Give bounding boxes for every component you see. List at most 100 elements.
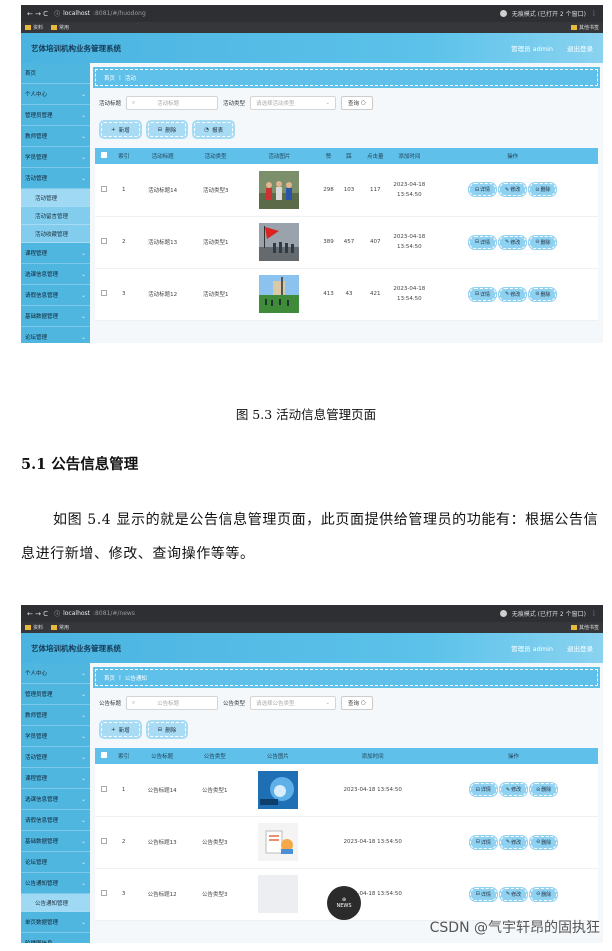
details-button[interactable]: ⊟ 详情	[468, 782, 498, 798]
sidebar-item[interactable]: 教师管理 ⌄	[21, 705, 90, 726]
chevron-down-icon: ⌄	[80, 153, 86, 161]
sidebar-item[interactable]: 个人中心 ⌄	[21, 663, 90, 684]
sidebar-item[interactable]: 轮播图信息 ⌄	[21, 933, 90, 943]
details-button[interactable]: ⊟ 详情	[468, 834, 498, 850]
sidebar-item[interactable]: 学员管理 ⌄	[21, 726, 90, 747]
search-label-title: 公告标题	[99, 701, 122, 707]
report-button[interactable]: ◔ 报表	[192, 120, 236, 139]
delete-button[interactable]: ⊟ 删除	[145, 720, 189, 739]
other-bookmarks[interactable]: 其他书签	[571, 624, 599, 631]
activity-photo	[259, 170, 300, 209]
logout-link[interactable]: 退出登录	[567, 643, 593, 653]
sidebar-item[interactable]: 课程管理 ⌄	[21, 768, 90, 789]
sidebar-item[interactable]: 基础数据管理 ⌄	[21, 831, 90, 852]
sidebar-item[interactable]: 请假信息管理 ⌄	[21, 810, 90, 831]
bookmark-folder[interactable]: 常用	[51, 624, 69, 631]
sidebar-subitem[interactable]: 活动收藏管理	[21, 225, 90, 243]
sidebar-item[interactable]: 首页	[21, 63, 90, 84]
sidebar-item[interactable]: 个人中心 ⌄	[21, 84, 90, 105]
col-likes: 赞	[325, 154, 332, 160]
delete-row-button[interactable]: ⊝ 删除	[528, 286, 558, 302]
breadcrumb-current: 公告通知	[124, 675, 147, 682]
sidebar-item[interactable]: 公告通知管理 ⌄	[21, 873, 90, 894]
edit-button[interactable]: ✎ 修改	[498, 782, 529, 798]
browser-nav[interactable]: ← → C	[27, 610, 48, 618]
delete-row-button[interactable]: ⊝ 删除	[528, 234, 558, 250]
address-bar[interactable]: ⓘ localhost:8081/#/huodong	[54, 9, 494, 18]
breadcrumb-home[interactable]: 首页	[104, 674, 115, 682]
incognito-label: 无痕模式 (已打开 2 个窗口)	[511, 11, 586, 18]
other-bookmarks[interactable]: 其他书签	[571, 24, 599, 31]
title-search-input[interactable]: ⌕ 活动标题	[126, 96, 219, 110]
browser-nav[interactable]: ← → C	[27, 10, 48, 18]
delete-button[interactable]: ⊟ 删除	[145, 120, 189, 139]
delete-row-button[interactable]: ⊝ 删除	[528, 182, 558, 198]
query-button[interactable]: 查询 ○	[341, 96, 373, 110]
edit-button[interactable]: ✎ 修改	[498, 886, 529, 902]
delete-row-button[interactable]: ⊝ 删除	[529, 782, 559, 798]
edit-button[interactable]: ✎ 修改	[498, 286, 528, 302]
row-checkbox[interactable]	[101, 290, 107, 296]
bookmark-folder[interactable]: 资料	[25, 624, 43, 631]
row-checkbox[interactable]	[101, 185, 107, 192]
bookmark-folder[interactable]: 资料	[25, 24, 43, 31]
edit-button[interactable]: ✎ 修改	[498, 234, 528, 250]
row-checkbox[interactable]	[101, 785, 107, 792]
type-select[interactable]: 请选择公告类型 ⌄	[250, 696, 337, 710]
cell-index: 3	[113, 868, 135, 921]
sidebar-subitem[interactable]: 活动管理	[21, 189, 90, 207]
add-button[interactable]: + 新增	[99, 120, 142, 139]
chevron-down-icon: ⌄	[80, 291, 86, 299]
title-search-input[interactable]: ⌕ 公告标题	[126, 696, 219, 710]
details-button[interactable]: ⊟ 详情	[467, 182, 498, 198]
menu-icon[interactable]: ⋮	[591, 610, 597, 617]
delete-row-button[interactable]: ⊝ 删除	[529, 834, 559, 850]
row-checkbox[interactable]	[101, 838, 107, 844]
select-all-checkbox[interactable]	[101, 752, 107, 758]
menu-icon[interactable]: ⋮	[591, 10, 597, 17]
edit-button[interactable]: ✎ 修改	[498, 834, 529, 850]
chevron-down-icon: ⌄	[80, 774, 86, 782]
address-bar[interactable]: ⓘ localhost:8081/#/news	[54, 609, 494, 618]
sidebar-item[interactable]: 论坛管理 ⌄	[21, 327, 90, 343]
type-select[interactable]: 请选择活动类型 ⌄	[250, 96, 337, 110]
sidebar-item[interactable]: 课程管理 ⌄	[21, 243, 90, 264]
sidebar-item[interactable]: 管理员管理 ⌄	[21, 684, 90, 705]
sidebar-item[interactable]: 论坛管理 ⌄	[21, 852, 90, 873]
sidebar-item[interactable]: 单页数据管理 ⌄	[21, 912, 90, 933]
sidebar-item[interactable]: 活动管理 ⌄	[21, 747, 90, 768]
cell-title: 活动标题13	[134, 216, 191, 269]
sidebar-item[interactable]: 选课信息管理 ⌄	[21, 789, 90, 810]
search-icon: ○	[361, 100, 366, 106]
sidebar-item[interactable]: 选课信息管理 ⌄	[21, 264, 90, 285]
sidebar-subitem[interactable]: 活动留言管理	[21, 207, 90, 225]
table-row: 1 活动标题14 活动类型3 298 103 117 2023-04-18 13:54:50…	[95, 164, 598, 217]
details-button[interactable]: ⊟ 详情	[468, 886, 498, 902]
delete-row-button[interactable]: ⊝ 删除	[529, 886, 559, 902]
col-title: 活动标题	[151, 154, 174, 160]
pencil-icon: ✎	[505, 239, 510, 245]
add-button[interactable]: + 新增	[99, 720, 142, 739]
breadcrumb-home[interactable]: 首页	[104, 74, 115, 82]
select-all-checkbox[interactable]	[101, 152, 107, 158]
details-button[interactable]: ⊟ 详情	[467, 234, 498, 250]
details-button[interactable]: ⊟ 详情	[467, 286, 498, 302]
sidebar-item[interactable]: 基础数据管理 ⌄	[21, 306, 90, 327]
edit-button[interactable]: ✎ 修改	[498, 182, 528, 198]
sidebar-item-label: 个人中心	[25, 92, 48, 98]
logout-link[interactable]: 退出登录	[567, 43, 593, 53]
row-checkbox[interactable]	[101, 890, 107, 896]
cell-image	[239, 816, 317, 869]
sidebar-item[interactable]: 活动管理 ⌄	[21, 168, 90, 189]
cell-image	[239, 764, 317, 817]
sidebar-item[interactable]: 教师管理 ⌄	[21, 126, 90, 147]
pencil-icon: ✎	[505, 891, 511, 897]
sidebar-item[interactable]: 管理员管理 ⌄	[21, 105, 90, 126]
bookmark-folder[interactable]: 常用	[51, 24, 69, 31]
sidebar-subitem[interactable]: 公告通知管理	[21, 894, 90, 912]
cell-title: 公告标题13	[134, 816, 191, 869]
sidebar-item[interactable]: 学员管理 ⌄	[21, 147, 90, 168]
row-checkbox[interactable]	[101, 238, 107, 244]
query-button[interactable]: 查询 ○	[341, 696, 373, 710]
sidebar-item[interactable]: 请假信息管理 ⌄	[21, 285, 90, 306]
